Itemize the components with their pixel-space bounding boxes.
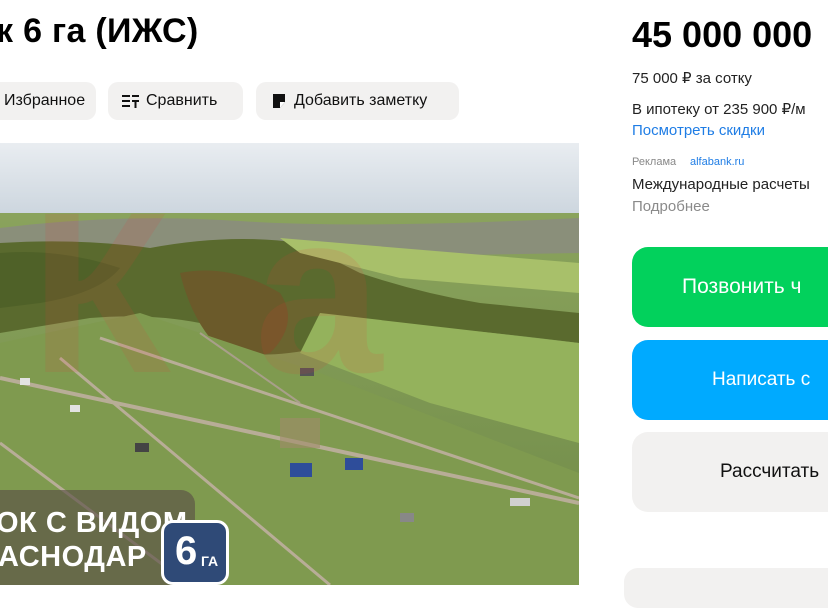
photo-overlay-line1: ОК С ВИДОМ: [0, 507, 188, 539]
favorite-label: Избранное: [4, 92, 86, 109]
calculate-label: Рассчитать: [720, 461, 820, 482]
call-button[interactable]: Позвонить ч: [632, 247, 828, 327]
discounts-link[interactable]: Посмотреть скидки: [632, 122, 765, 139]
area-number: 6: [175, 529, 198, 573]
price-per-sotka: 75 000 ₽ за сотку: [632, 70, 752, 87]
area-unit: ГА: [201, 553, 219, 569]
ad-title[interactable]: Международные расчеты: [632, 176, 810, 193]
favorite-button[interactable]: Избранное: [0, 82, 96, 120]
add-note-button[interactable]: Добавить заметку: [256, 82, 459, 120]
page-title: к 6 га (ИЖС): [0, 12, 199, 50]
area-badge: 6 ГА: [161, 520, 229, 585]
photo-overlay-line2: АСНОДАР: [0, 541, 147, 573]
write-label: Написать с: [712, 369, 811, 390]
compare-label: Сравнить: [146, 92, 218, 109]
ad-label: Реклама: [632, 156, 677, 168]
compare-icon: [120, 93, 142, 109]
mortgage-info: В ипотеку от 235 900 ₽/м: [632, 101, 806, 118]
note-icon: [268, 93, 290, 109]
price: 45 000 000: [632, 14, 813, 55]
ad-more-link[interactable]: Подробнее: [632, 198, 710, 215]
add-note-label: Добавить заметку: [294, 92, 428, 109]
calculate-button[interactable]: Рассчитать: [632, 432, 828, 512]
ad-domain-link[interactable]: alfabank.ru: [690, 156, 744, 168]
bottom-card: [624, 568, 828, 608]
call-label: Позвонить ч: [682, 275, 802, 298]
write-button[interactable]: Написать с: [632, 340, 828, 420]
compare-button[interactable]: Сравнить: [108, 82, 243, 120]
